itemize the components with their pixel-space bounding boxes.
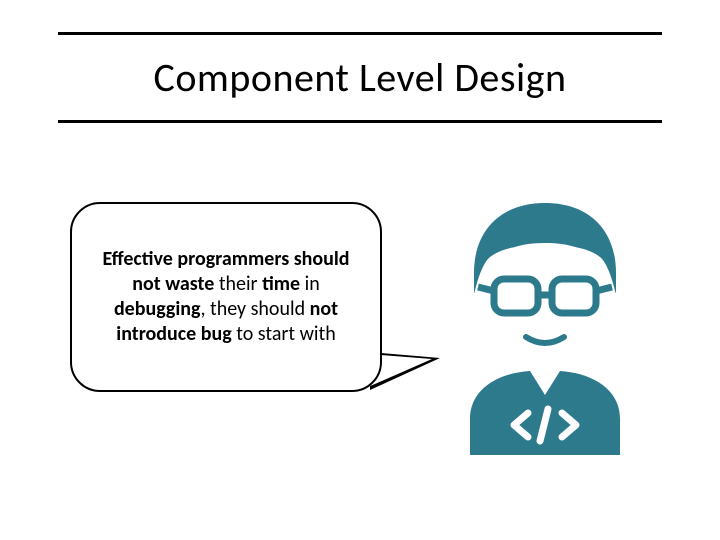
- bubble-text-3: time: [262, 272, 300, 296]
- divider-bottom: [58, 120, 662, 123]
- title-block: Component Level Design: [58, 32, 662, 123]
- bubble-text-2: their: [219, 272, 262, 296]
- page-title: Component Level Design: [58, 53, 662, 102]
- speech-bubble: Effective programmers should not waste t…: [70, 202, 382, 392]
- bubble-text-6: , they should: [200, 297, 309, 321]
- bubble-text-5: debugging: [114, 297, 201, 321]
- bubble-text-8: to start with: [232, 322, 336, 346]
- bubble-text-4: in: [300, 272, 320, 296]
- divider-top: [58, 32, 662, 35]
- speech-bubble-body: Effective programmers should not waste t…: [70, 202, 382, 392]
- speech-bubble-text: Effective programmers should not waste t…: [98, 247, 354, 347]
- programmer-avatar-icon: [430, 195, 660, 455]
